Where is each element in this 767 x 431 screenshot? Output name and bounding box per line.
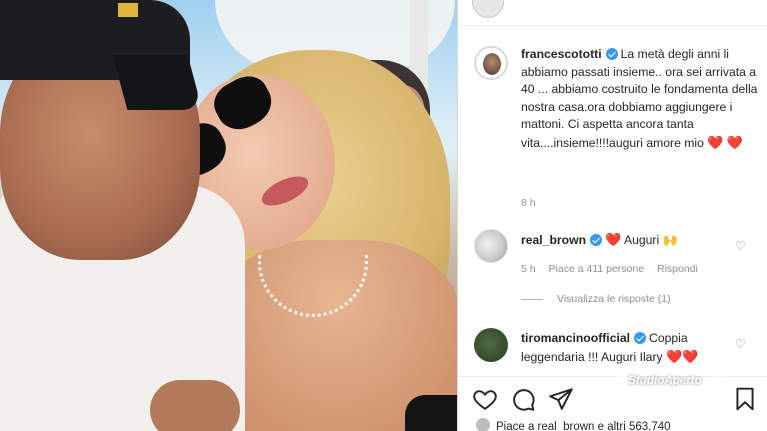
username-link[interactable]: francescototti [521, 47, 602, 61]
username-link[interactable]: real_brown [521, 233, 586, 247]
comment-like-heart-icon[interactable]: ♡ [734, 240, 747, 253]
comment: real_brown ❤️ Auguri 🙌 [521, 231, 751, 250]
comment-like-heart-icon[interactable]: ♡ [734, 338, 747, 351]
bookmark-icon[interactable] [732, 386, 758, 412]
comment-bubble-icon[interactable] [510, 386, 536, 412]
heart-emoji-icon: ❤️ [682, 348, 699, 364]
paper-plane-icon[interactable] [548, 386, 574, 412]
view-replies-button[interactable]: Visualizza le risposte (1) [521, 293, 671, 305]
avatar-real-brown[interactable] [474, 229, 508, 263]
photo-arm [150, 380, 240, 431]
timestamp[interactable]: 8 h [521, 197, 536, 209]
heart-emoji-icon: ❤️ [605, 232, 622, 247]
avatar [476, 418, 490, 431]
divider [521, 298, 543, 300]
verified-badge-icon [634, 332, 647, 344]
post-photo [0, 0, 457, 431]
photo-swimsuit [405, 395, 457, 431]
raised-hands-emoji-icon: 🙌 [662, 233, 678, 247]
comment-text: Auguri [623, 233, 660, 247]
caption: francescototti La metà degli anni li abbi… [521, 46, 761, 152]
heart-outline-icon[interactable] [472, 386, 498, 412]
comment: tiromancinoofficial Coppia leggendaria !!… [521, 330, 751, 366]
avatar-tiromancinoofficial[interactable] [474, 328, 508, 362]
heart-emoji-icon: ❤️ [666, 348, 683, 364]
view-replies-label: Visualizza le risposte (1) [557, 293, 671, 305]
watermark-arrow-left-icon [612, 370, 624, 392]
timestamp[interactable]: 5 h [521, 263, 536, 275]
avatar-francescototti[interactable] [474, 46, 508, 80]
avatar[interactable] [472, 0, 504, 18]
watermark-logo: StudioAperto [612, 368, 727, 394]
instagram-comments-panel: francescototti La metà degli anni li abbi… [457, 0, 767, 431]
watermark-arrow-right-icon [715, 370, 727, 392]
watermark-text: StudioAperto [628, 373, 702, 387]
heart-emoji-icon: ❤️ [707, 134, 724, 150]
likes-summary[interactable]: Piace a real_brown e altri 563.740 [476, 418, 671, 431]
photo-cap-bill [112, 55, 203, 110]
likes-text: Piace a real_brown e altri 563.740 [496, 421, 671, 431]
comment-meta: 5 h Piace a 411 persone Rispondi [521, 263, 708, 275]
verified-badge-icon [590, 234, 603, 246]
comment-likes-count[interactable]: Piace a 411 persone [549, 263, 645, 275]
heart-emoji-icon: ❤️ [726, 134, 744, 150]
reply-button[interactable]: Rispondi [657, 263, 698, 275]
caption-meta: 8 h [521, 197, 546, 209]
panel-header [458, 0, 767, 26]
username-link[interactable]: tiromancinoofficial [521, 331, 630, 345]
verified-badge-icon [605, 48, 618, 60]
